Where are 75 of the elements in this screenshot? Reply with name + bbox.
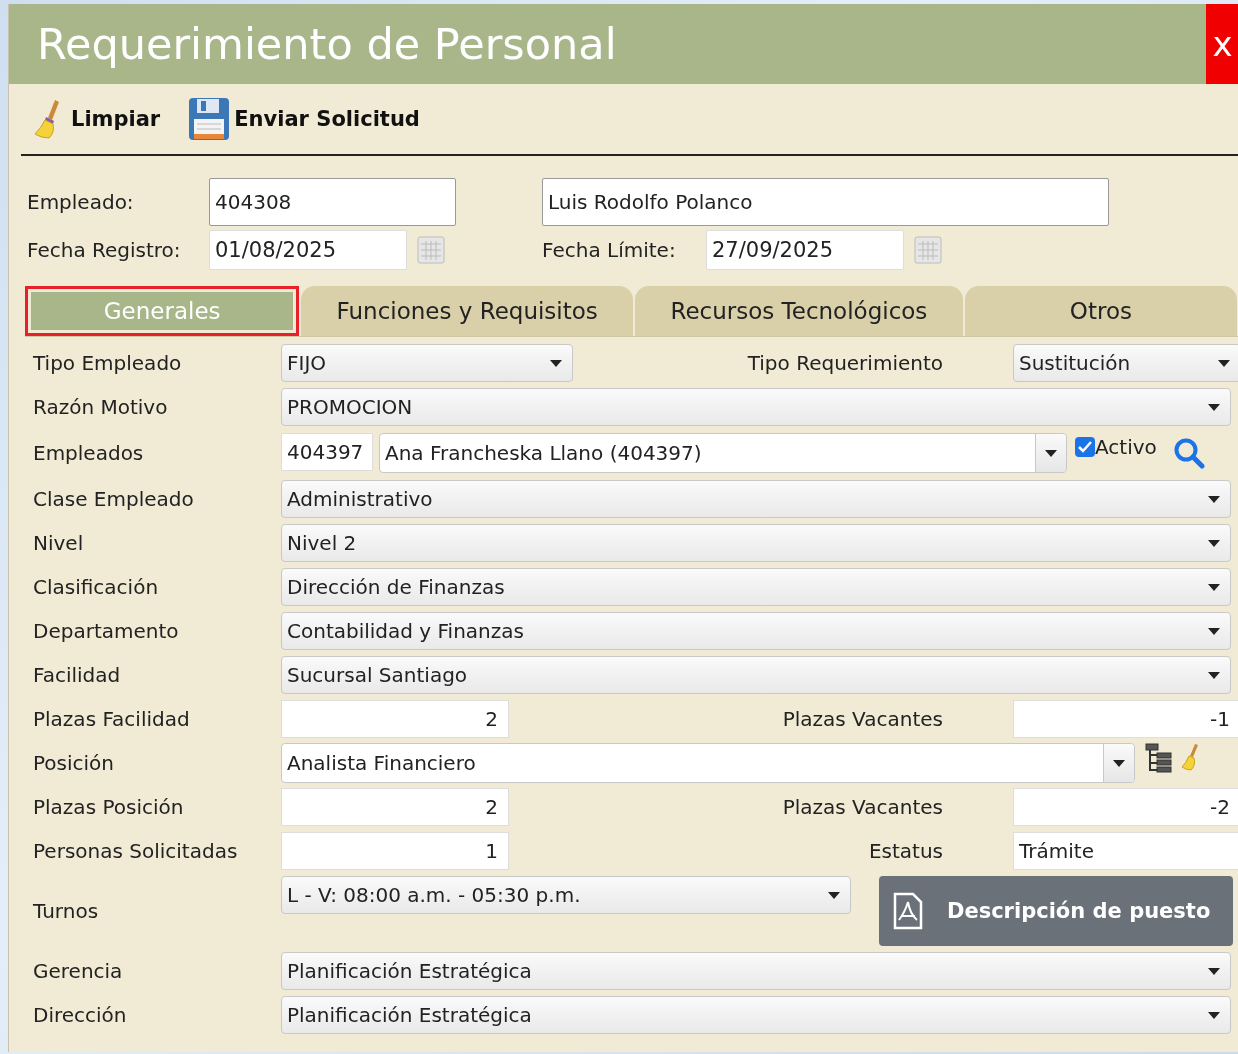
hierarchy-icon[interactable] <box>1145 743 1173 773</box>
registration-date-label: Fecha Registro: <box>27 238 182 262</box>
dropdown[interactable]: Ana Francheska Llano (404397) <box>379 433 1067 473</box>
caret-icon <box>1208 671 1220 679</box>
employee-name-field[interactable]: Luis Rodolfo Polanco <box>542 178 1109 226</box>
field-label: Dirección <box>33 1003 128 1027</box>
dropdown[interactable]: Administrativo <box>281 480 1231 518</box>
dropdown[interactable]: Dirección de Finanzas <box>281 568 1231 606</box>
field-label: Plazas Facilidad <box>33 707 191 731</box>
field-label: Clasificación <box>33 575 160 599</box>
field-label: Personas Solicitadas <box>33 839 239 863</box>
caret-icon <box>1045 449 1057 457</box>
caret-icon <box>1208 403 1220 411</box>
field-label: Gerencia <box>33 959 124 983</box>
field-label: Plazas Posición <box>33 795 185 819</box>
caret-icon <box>1208 627 1220 635</box>
field-label: Estatus <box>867 839 944 863</box>
caret-icon <box>550 359 562 367</box>
checkmark-icon <box>1078 441 1092 453</box>
employee-label: Empleado: <box>27 190 135 214</box>
dropdown-button[interactable] <box>1103 744 1134 782</box>
send-button[interactable]: Enviar Solicitud <box>188 97 420 141</box>
status-field[interactable]: Trámite <box>1013 832 1238 870</box>
pdf-icon <box>893 892 923 930</box>
dropdown-button[interactable] <box>1035 434 1066 472</box>
dropdown[interactable]: Sustitución <box>1013 344 1238 382</box>
window-title: Requerimiento de Personal <box>37 19 617 69</box>
dropdown[interactable]: Planificación Estratégica <box>281 996 1231 1034</box>
caret-icon <box>1113 759 1125 767</box>
caret-icon <box>1218 359 1230 367</box>
number-field[interactable]: -1 <box>1013 700 1238 738</box>
field-label: Nivel <box>33 531 85 555</box>
job-description-button[interactable]: Descripción de puesto <box>879 876 1233 946</box>
field-label: Tipo Requerimiento <box>746 351 944 375</box>
field-label: Empleados <box>33 441 145 465</box>
number-field[interactable]: -2 <box>1013 788 1238 826</box>
dropdown[interactable]: Analista Financiero <box>281 743 1135 783</box>
number-field[interactable]: 1 <box>281 832 509 870</box>
active-checkbox[interactable]: Activo <box>1075 435 1157 459</box>
broom-icon[interactable] <box>1181 743 1201 771</box>
caret-icon <box>828 891 840 899</box>
caret-icon <box>1208 539 1220 547</box>
close-button[interactable]: x <box>1206 4 1238 84</box>
dropdown[interactable]: FIJO <box>281 344 573 382</box>
field-label: Departamento <box>33 619 180 643</box>
employee-id-field[interactable]: 404308 <box>209 178 456 226</box>
search-icon[interactable] <box>1172 437 1205 469</box>
field-label: Facilidad <box>33 663 122 687</box>
tab[interactable]: Funciones y Requisitos <box>301 286 634 336</box>
tab[interactable]: Recursos Tecnológicos <box>635 286 963 336</box>
field-label: Razón Motivo <box>33 395 169 419</box>
dropdown[interactable]: Sucursal Santiago <box>281 656 1231 694</box>
field-label: Plazas Vacantes <box>781 795 944 819</box>
field-label: Tipo Empleado <box>33 351 183 375</box>
date-field[interactable]: 01/08/2025 <box>209 230 407 270</box>
number-field[interactable]: 2 <box>281 700 509 738</box>
employee-code-field[interactable]: 404397 <box>281 433 373 471</box>
caret-icon <box>1208 1011 1220 1019</box>
tab[interactable]: Otros <box>964 286 1237 336</box>
dropdown[interactable]: L - V: 08:00 a.m. - 05:30 p.m. <box>281 876 851 914</box>
caret-icon <box>1208 583 1220 591</box>
field-label: Turnos <box>33 899 100 923</box>
dropdown[interactable]: Planificación Estratégica <box>281 952 1231 990</box>
caret-icon <box>1208 967 1220 975</box>
deadline-label: Fecha Límite: <box>542 238 677 262</box>
dropdown[interactable]: PROMOCION <box>281 388 1231 426</box>
date-field[interactable]: 27/09/2025 <box>706 230 904 270</box>
number-field[interactable]: 2 <box>281 788 509 826</box>
field-label: Posición <box>33 751 116 775</box>
dropdown[interactable]: Nivel 2 <box>281 524 1231 562</box>
field-label: Clase Empleado <box>33 487 195 511</box>
dropdown[interactable]: Contabilidad y Finanzas <box>281 612 1231 650</box>
clear-button[interactable]: Limpiar <box>33 98 161 140</box>
caret-icon <box>1208 495 1220 503</box>
field-label: Plazas Vacantes <box>781 707 944 731</box>
